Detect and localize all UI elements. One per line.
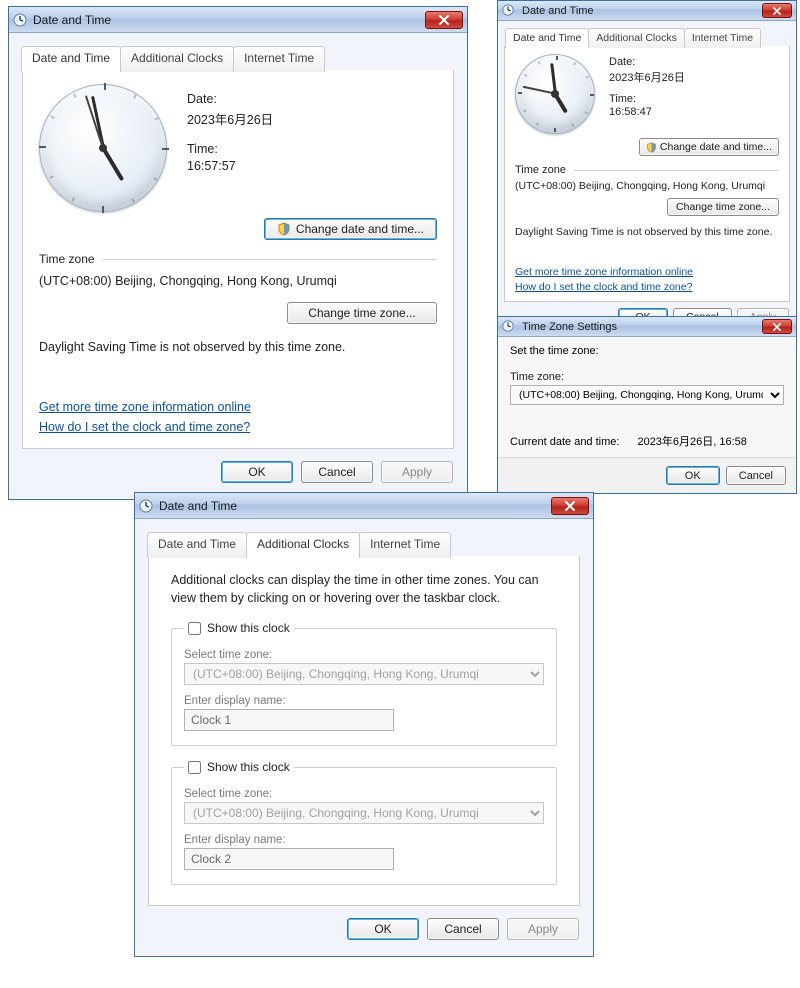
time-value: 16:58:47 [609,106,685,118]
window-title: Date and Time [159,499,551,513]
timezone-settings-dialog: Time Zone Settings Set the time zone: Ti… [497,316,797,494]
tab-date-and-time[interactable]: Date and Time [21,46,121,72]
titlebar[interactable]: Date and Time [498,1,796,21]
tab-internet-time[interactable]: Internet Time [684,28,761,48]
clock-icon [139,499,153,513]
ok-button[interactable]: OK [666,466,720,485]
clock1-select-tz-label: Select time zone: [184,649,544,661]
link-tz-info[interactable]: Get more time zone information online [515,266,693,278]
date-value: 2023年6月26日 [187,109,273,128]
change-date-time-label: Change date and time... [296,222,424,236]
shield-icon [646,142,657,153]
tab-additional-clocks[interactable]: Additional Clocks [120,46,234,72]
clock2-timezone-select[interactable]: (UTC+08:00) Beijing, Chongqing, Hong Kon… [184,802,544,824]
clock2-select-tz-label: Select time zone: [184,788,544,800]
date-time-dialog-2: Date and Time Date and Time Additional C… [497,0,797,336]
clock2-group: Show this clock Select time zone: (UTC+0… [171,760,557,885]
date-value: 2023年6月26日 [609,69,685,85]
timezone-value: (UTC+08:00) Beijing, Chongqing, Hong Kon… [515,180,779,192]
clock-icon [13,13,27,27]
tab-date-and-time[interactable]: Date and Time [505,28,589,48]
clock1-timezone-select[interactable]: (UTC+08:00) Beijing, Chongqing, Hong Kon… [184,663,544,685]
clock-icon [502,320,516,334]
date-time-dialog-1: Date and Time Date and Time Additional C… [8,6,468,500]
time-label: Time: [609,93,685,105]
additional-clocks-intro: Additional clocks can display the time i… [171,572,557,607]
show-clock1-label: Show this clock [207,621,290,635]
close-icon [772,7,782,15]
tab-additional-clocks[interactable]: Additional Clocks [246,532,360,558]
timezone-label: Time zone: [510,371,784,383]
tab-internet-time[interactable]: Internet Time [233,46,325,72]
close-button[interactable] [551,497,589,515]
close-icon [564,501,576,511]
cancel-button[interactable]: Cancel [427,918,499,940]
apply-button[interactable]: Apply [381,461,453,483]
date-label: Date: [187,92,273,106]
show-clock2-checkbox[interactable] [188,761,201,774]
clock2-name-input[interactable] [184,848,394,870]
clock-icon [502,4,516,18]
date-time-dialog-3: Date and Time Date and Time Additional C… [134,492,594,957]
change-timezone-button[interactable]: Change time zone... [667,198,779,216]
change-date-time-button[interactable]: Change date and time... [264,218,437,240]
close-button[interactable] [425,11,463,29]
current-dt-value: 2023年6月26日, 16:58 [637,433,746,449]
ok-button[interactable]: OK [221,461,293,483]
close-icon [438,15,450,25]
set-timezone-label: Set the time zone: [510,345,784,357]
apply-button[interactable]: Apply [507,918,579,940]
close-button[interactable] [762,319,792,334]
analog-clock [39,84,167,212]
timezone-select[interactable]: (UTC+08:00) Beijing, Chongqing, Hong Kon… [510,385,784,405]
cancel-button[interactable]: Cancel [301,461,373,483]
separator [574,170,779,171]
link-how-to-set-clock[interactable]: How do I set the clock and time zone? [39,420,250,434]
close-icon [772,323,782,331]
show-clock2-label: Show this clock [207,760,290,774]
clock1-name-label: Enter display name: [184,695,544,707]
change-date-time-button[interactable]: Change date and time... [639,138,779,156]
clock1-group: Show this clock Select time zone: (UTC+0… [171,621,557,746]
window-title: Time Zone Settings [522,321,762,333]
close-button[interactable] [762,3,792,18]
date-label: Date: [609,56,685,68]
titlebar[interactable]: Date and Time [9,7,467,33]
tab-internet-time[interactable]: Internet Time [359,532,451,558]
analog-clock [515,54,595,134]
current-dt-label: Current date and time: [510,436,619,448]
change-timezone-button[interactable]: Change time zone... [287,302,437,324]
time-label: Time: [187,142,273,156]
titlebar[interactable]: Date and Time [135,493,593,519]
window-title: Date and Time [522,5,762,17]
tab-additional-clocks[interactable]: Additional Clocks [588,28,685,48]
window-title: Date and Time [33,13,425,27]
time-value: 16:57:57 [187,159,273,173]
clock2-name-label: Enter display name: [184,834,544,846]
titlebar[interactable]: Time Zone Settings [498,317,796,337]
dst-note: Daylight Saving Time is not observed by … [39,340,437,354]
link-how-to-set-clock[interactable]: How do I set the clock and time zone? [515,281,692,293]
timezone-header: Time zone [515,164,566,176]
separator [103,259,437,260]
show-clock1-checkbox[interactable] [188,622,201,635]
timezone-value: (UTC+08:00) Beijing, Chongqing, Hong Kon… [39,274,437,288]
ok-button[interactable]: OK [347,918,419,940]
tab-date-and-time[interactable]: Date and Time [147,532,247,558]
link-tz-info[interactable]: Get more time zone information online [39,400,251,414]
clock1-name-input[interactable] [184,709,394,731]
cancel-button[interactable]: Cancel [726,466,786,485]
timezone-header: Time zone [39,252,95,266]
shield-icon [277,222,291,236]
dst-note: Daylight Saving Time is not observed by … [515,226,779,238]
